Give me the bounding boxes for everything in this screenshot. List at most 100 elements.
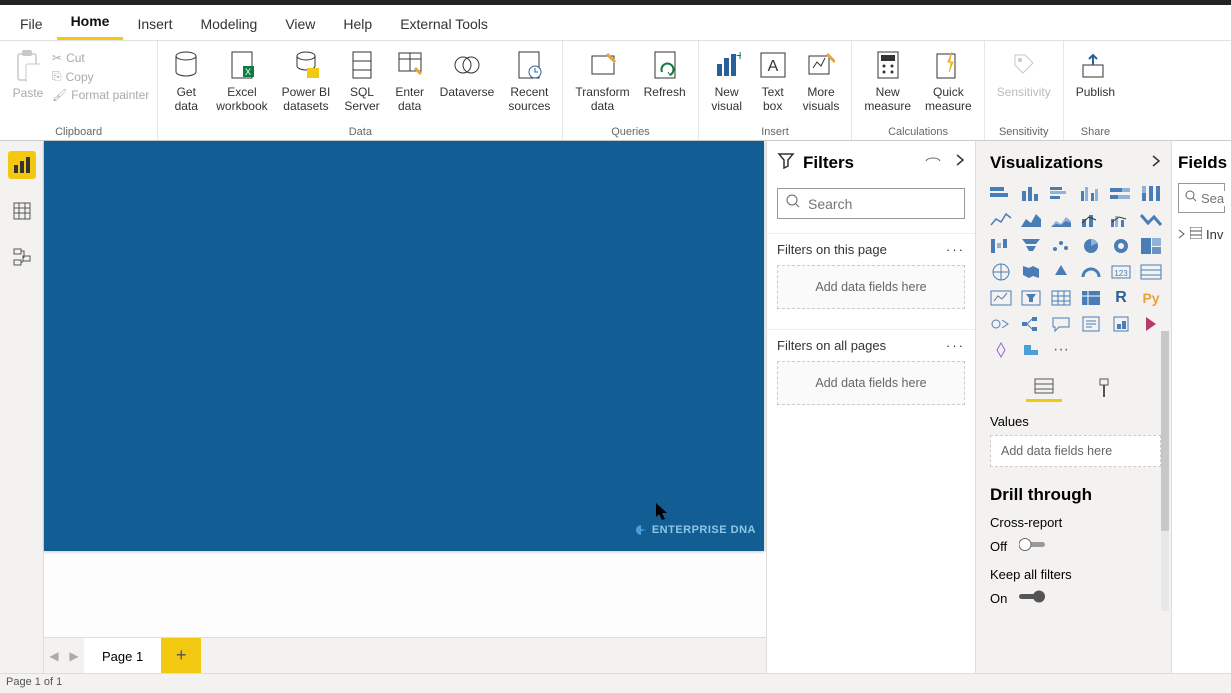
more-visuals-button[interactable]: More visuals bbox=[799, 47, 844, 115]
filters-all-drop[interactable]: Add data fields here bbox=[777, 361, 965, 405]
viz-table[interactable] bbox=[1048, 287, 1074, 309]
filters-search[interactable] bbox=[777, 188, 965, 219]
viz-gauge[interactable] bbox=[1078, 261, 1104, 283]
menu-help[interactable]: Help bbox=[329, 8, 386, 40]
pbi-datasets-button[interactable]: Power BI datasets bbox=[278, 47, 335, 115]
cross-report-toggle[interactable] bbox=[1019, 538, 1049, 555]
filters-all-more-icon[interactable]: ··· bbox=[946, 338, 965, 353]
viz-stacked-bar[interactable] bbox=[988, 183, 1014, 205]
viz-100-column[interactable] bbox=[1138, 183, 1164, 205]
add-page-button[interactable]: + bbox=[161, 638, 201, 673]
rail-model-view[interactable] bbox=[8, 243, 36, 271]
fields-search[interactable] bbox=[1178, 183, 1225, 213]
menu-file[interactable]: File bbox=[6, 8, 57, 40]
viz-area[interactable] bbox=[1018, 209, 1044, 231]
viz-100-bar[interactable] bbox=[1108, 183, 1134, 205]
new-measure-button[interactable]: New measure bbox=[860, 47, 915, 115]
viz-decomposition[interactable] bbox=[1018, 313, 1044, 335]
status-bar: Page 1 of 1 bbox=[0, 673, 1231, 693]
viz-line-clustered[interactable] bbox=[1108, 209, 1134, 231]
filters-page-drop[interactable]: Add data fields here bbox=[777, 265, 965, 309]
viz-clustered-column[interactable] bbox=[1078, 183, 1104, 205]
fields-search-input[interactable] bbox=[1201, 191, 1231, 206]
values-label: Values bbox=[990, 414, 1029, 429]
page-next[interactable]: ▶ bbox=[64, 649, 84, 663]
menu-modeling[interactable]: Modeling bbox=[186, 8, 271, 40]
viz-line[interactable] bbox=[988, 209, 1014, 231]
viz-ribbon[interactable] bbox=[1138, 209, 1164, 231]
copy-button[interactable]: ⎘Copy bbox=[52, 69, 149, 84]
collapse-viz-icon[interactable] bbox=[1151, 154, 1161, 173]
viz-more[interactable]: ··· bbox=[1048, 339, 1074, 361]
viz-format-tab[interactable] bbox=[1086, 377, 1122, 402]
dataverse-button[interactable]: Dataverse bbox=[436, 47, 499, 101]
menu-insert[interactable]: Insert bbox=[123, 8, 186, 40]
viz-slicer[interactable] bbox=[1018, 287, 1044, 309]
field-table-item[interactable]: Inv bbox=[1178, 227, 1225, 242]
refresh-button[interactable]: Refresh bbox=[640, 47, 690, 101]
viz-custom2[interactable] bbox=[1018, 339, 1044, 361]
viz-fields-tab[interactable] bbox=[1026, 377, 1062, 402]
keep-filters-toggle[interactable] bbox=[1019, 590, 1049, 607]
viz-gallery: 123 R Py ··· bbox=[976, 183, 1171, 361]
viz-treemap[interactable] bbox=[1138, 235, 1164, 257]
cut-button[interactable]: ✂Cut bbox=[52, 51, 149, 65]
viz-donut[interactable] bbox=[1108, 235, 1134, 257]
publish-button[interactable]: Publish bbox=[1072, 47, 1119, 101]
new-visual-button[interactable]: + New visual bbox=[707, 47, 747, 115]
rail-report-view[interactable] bbox=[8, 151, 36, 179]
values-drop[interactable]: Add data fields here bbox=[990, 435, 1161, 467]
filters-page-more-icon[interactable]: ··· bbox=[946, 242, 965, 257]
menu-view[interactable]: View bbox=[271, 8, 329, 40]
viz-funnel[interactable] bbox=[1018, 235, 1044, 257]
quick-measure-button[interactable]: Quick measure bbox=[921, 47, 976, 115]
eye-icon[interactable] bbox=[925, 154, 941, 172]
viz-multi-card[interactable] bbox=[1138, 261, 1164, 283]
viz-azure-map[interactable] bbox=[1048, 261, 1074, 283]
viz-scatter[interactable] bbox=[1048, 235, 1074, 257]
filters-search-input[interactable] bbox=[808, 196, 989, 212]
svg-text:X: X bbox=[245, 67, 251, 77]
viz-python[interactable]: Py bbox=[1138, 287, 1164, 309]
collapse-filters-icon[interactable] bbox=[955, 153, 965, 172]
viz-r[interactable]: R bbox=[1108, 287, 1134, 309]
viz-card[interactable]: 123 bbox=[1108, 261, 1134, 283]
get-data-button[interactable]: Get data bbox=[166, 47, 206, 115]
viz-paginated[interactable] bbox=[1108, 313, 1134, 335]
viz-qa[interactable] bbox=[1048, 313, 1074, 335]
report-canvas[interactable]: ENTERPRISE DNA bbox=[44, 141, 764, 551]
svg-text:A: A bbox=[767, 58, 778, 75]
viz-custom1[interactable] bbox=[988, 339, 1014, 361]
ribbon-group-calculations: New measure Quick measure Calculations bbox=[852, 41, 984, 140]
viz-stacked-column[interactable] bbox=[1018, 183, 1044, 205]
page-tab-1[interactable]: Page 1 bbox=[84, 638, 161, 673]
viz-kpi[interactable] bbox=[988, 287, 1014, 309]
enter-data-button[interactable]: Enter data bbox=[390, 47, 430, 115]
text-box-button[interactable]: A Text box bbox=[753, 47, 793, 115]
viz-narrative[interactable] bbox=[1078, 313, 1104, 335]
viz-matrix[interactable] bbox=[1078, 287, 1104, 309]
viz-filled-map[interactable] bbox=[1018, 261, 1044, 283]
page-prev[interactable]: ◀ bbox=[44, 649, 64, 663]
rail-data-view[interactable] bbox=[8, 197, 36, 225]
paste-button[interactable]: Paste bbox=[8, 47, 48, 102]
excel-button[interactable]: X Excel workbook bbox=[212, 47, 271, 115]
viz-key-influencers[interactable] bbox=[988, 313, 1014, 335]
viz-stacked-area[interactable] bbox=[1048, 209, 1074, 231]
menu-home[interactable]: Home bbox=[57, 5, 124, 40]
sensitivity-button[interactable]: Sensitivity bbox=[993, 47, 1055, 101]
viz-line-column[interactable] bbox=[1078, 209, 1104, 231]
viz-scrollbar[interactable] bbox=[1161, 331, 1169, 611]
viz-waterfall[interactable] bbox=[988, 235, 1014, 257]
format-painter-button[interactable]: 🖌Format painter bbox=[52, 88, 149, 102]
viz-pie[interactable] bbox=[1078, 235, 1104, 257]
database-icon bbox=[173, 49, 199, 81]
canvas-watermark: ENTERPRISE DNA bbox=[634, 523, 756, 537]
ribbon-group-queries: Transform data Refresh Queries bbox=[563, 41, 698, 140]
viz-clustered-bar[interactable] bbox=[1048, 183, 1074, 205]
sql-server-button[interactable]: SQL Server bbox=[340, 47, 383, 115]
transform-data-button[interactable]: Transform data bbox=[571, 47, 633, 115]
menu-external-tools[interactable]: External Tools bbox=[386, 8, 502, 40]
viz-map[interactable] bbox=[988, 261, 1014, 283]
recent-sources-button[interactable]: Recent sources bbox=[504, 47, 554, 115]
